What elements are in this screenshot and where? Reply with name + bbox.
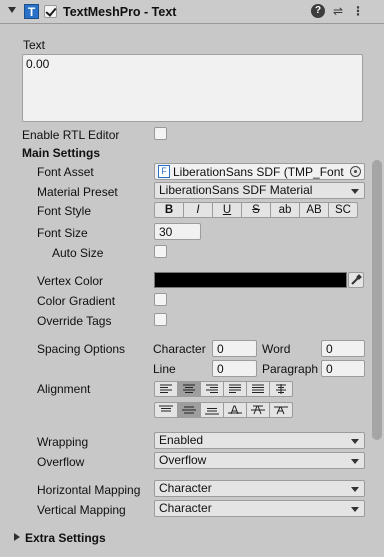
horizontal-mapping-dropdown[interactable]: Character — [154, 480, 365, 497]
spacing-options-label: Spacing Options — [37, 342, 126, 356]
chevron-down-icon — [351, 189, 359, 194]
vertical-mapping-label: Vertical Mapping — [37, 503, 126, 517]
enable-rtl-checkbox[interactable] — [154, 127, 167, 140]
underline-button[interactable]: U — [212, 202, 242, 218]
font-asset-label: Font Asset — [37, 165, 94, 179]
scrollbar-thumb[interactable] — [372, 160, 382, 440]
font-asset-field[interactable]: F LiberationSans SDF (TMP_Font — [154, 163, 365, 180]
line-spacing-label: Line — [153, 362, 176, 376]
strikethrough-button[interactable]: S — [241, 202, 271, 218]
font-size-input[interactable]: 30 — [154, 223, 201, 240]
overflow-dropdown[interactable]: Overflow — [154, 452, 365, 469]
chevron-down-icon — [351, 507, 359, 512]
character-spacing-label: Character — [153, 342, 206, 356]
alignment-label: Alignment — [37, 382, 91, 396]
align-baseline-icon[interactable] — [223, 402, 247, 418]
vertical-mapping-value: Character — [159, 501, 212, 515]
align-geometry-center-icon[interactable] — [269, 381, 293, 397]
lowercase-button[interactable]: ab — [270, 202, 300, 218]
override-tags-label: Override Tags — [37, 314, 112, 328]
align-justified-icon[interactable] — [223, 381, 247, 397]
chevron-down-icon — [351, 487, 359, 492]
align-center-icon[interactable] — [177, 381, 201, 397]
component-header: T TextMeshPro - Text ? ⇌ ⋮ — [0, 0, 384, 24]
override-tags-checkbox[interactable] — [154, 313, 167, 326]
wrapping-label: Wrapping — [37, 435, 89, 449]
material-preset-value: LiberationSans SDF Material — [159, 183, 313, 197]
horizontal-mapping-value: Character — [159, 481, 212, 495]
horizontal-mapping-label: Horizontal Mapping — [37, 483, 141, 497]
auto-size-label: Auto Size — [52, 246, 104, 260]
extra-settings-foldout-icon[interactable] — [14, 533, 20, 541]
vertical-mapping-dropdown[interactable]: Character — [154, 500, 365, 517]
uppercase-button[interactable]: AB — [299, 202, 329, 218]
wrapping-dropdown[interactable]: Enabled — [154, 432, 365, 449]
eyedropper-icon — [351, 274, 362, 285]
font-style-label: Font Style — [37, 204, 92, 218]
textmeshpro-icon: T — [24, 4, 39, 19]
foldout-arrow-icon[interactable] — [8, 7, 16, 13]
chevron-down-icon — [351, 459, 359, 464]
align-top-icon[interactable] — [154, 402, 178, 418]
align-bottom-icon[interactable] — [200, 402, 224, 418]
object-picker-icon[interactable] — [350, 166, 361, 177]
component-title: TextMeshPro - Text — [63, 5, 177, 19]
vertex-color-label: Vertex Color — [37, 274, 104, 288]
color-gradient-label: Color Gradient — [37, 294, 116, 308]
font-style-buttons: B I U S ab AB SC — [154, 202, 358, 218]
horizontal-alignment-buttons — [154, 381, 293, 397]
vertical-alignment-buttons — [154, 402, 293, 418]
font-asset-icon: F — [158, 165, 170, 178]
overflow-label: Overflow — [37, 455, 85, 469]
paragraph-spacing-label: Paragraph — [262, 362, 319, 376]
character-spacing-input[interactable]: 0 — [212, 340, 257, 357]
paragraph-spacing-input[interactable]: 0 — [321, 360, 365, 377]
bold-button[interactable]: B — [154, 202, 184, 218]
color-gradient-checkbox[interactable] — [154, 293, 167, 306]
font-size-label: Font Size — [37, 226, 88, 240]
component-enabled-checkbox[interactable] — [44, 5, 57, 18]
presets-icon[interactable]: ⇌ — [331, 4, 345, 18]
smallcaps-button[interactable]: SC — [328, 202, 358, 218]
align-midline-icon[interactable] — [246, 402, 270, 418]
word-spacing-label: Word — [262, 342, 291, 356]
wrapping-value: Enabled — [159, 433, 204, 447]
main-settings-heading: Main Settings — [22, 146, 101, 160]
italic-button[interactable]: I — [183, 202, 213, 218]
material-preset-dropdown[interactable]: LiberationSans SDF Material — [154, 182, 365, 199]
text-label: Text — [23, 38, 46, 52]
align-middle-icon[interactable] — [177, 402, 201, 418]
word-spacing-input[interactable]: 0 — [321, 340, 365, 357]
align-capline-icon[interactable] — [269, 402, 293, 418]
align-left-icon[interactable] — [154, 381, 178, 397]
align-right-icon[interactable] — [200, 381, 224, 397]
vertex-color-swatch[interactable] — [154, 272, 347, 288]
extra-settings-heading[interactable]: Extra Settings — [25, 531, 106, 545]
enable-rtl-label: Enable RTL Editor — [22, 128, 120, 142]
overflow-value: Overflow — [159, 453, 207, 467]
align-flush-icon[interactable] — [246, 381, 270, 397]
line-spacing-input[interactable]: 0 — [212, 360, 257, 377]
auto-size-checkbox[interactable] — [154, 245, 167, 258]
eyedropper-button[interactable] — [348, 272, 364, 288]
text-input[interactable]: 0.00 — [22, 54, 363, 122]
material-preset-label: Material Preset — [37, 185, 118, 199]
help-icon[interactable]: ? — [311, 4, 325, 18]
chevron-down-icon — [351, 439, 359, 444]
font-asset-value: LiberationSans SDF (TMP_Font — [173, 165, 344, 179]
more-options-icon[interactable]: ⋮ — [351, 4, 365, 18]
